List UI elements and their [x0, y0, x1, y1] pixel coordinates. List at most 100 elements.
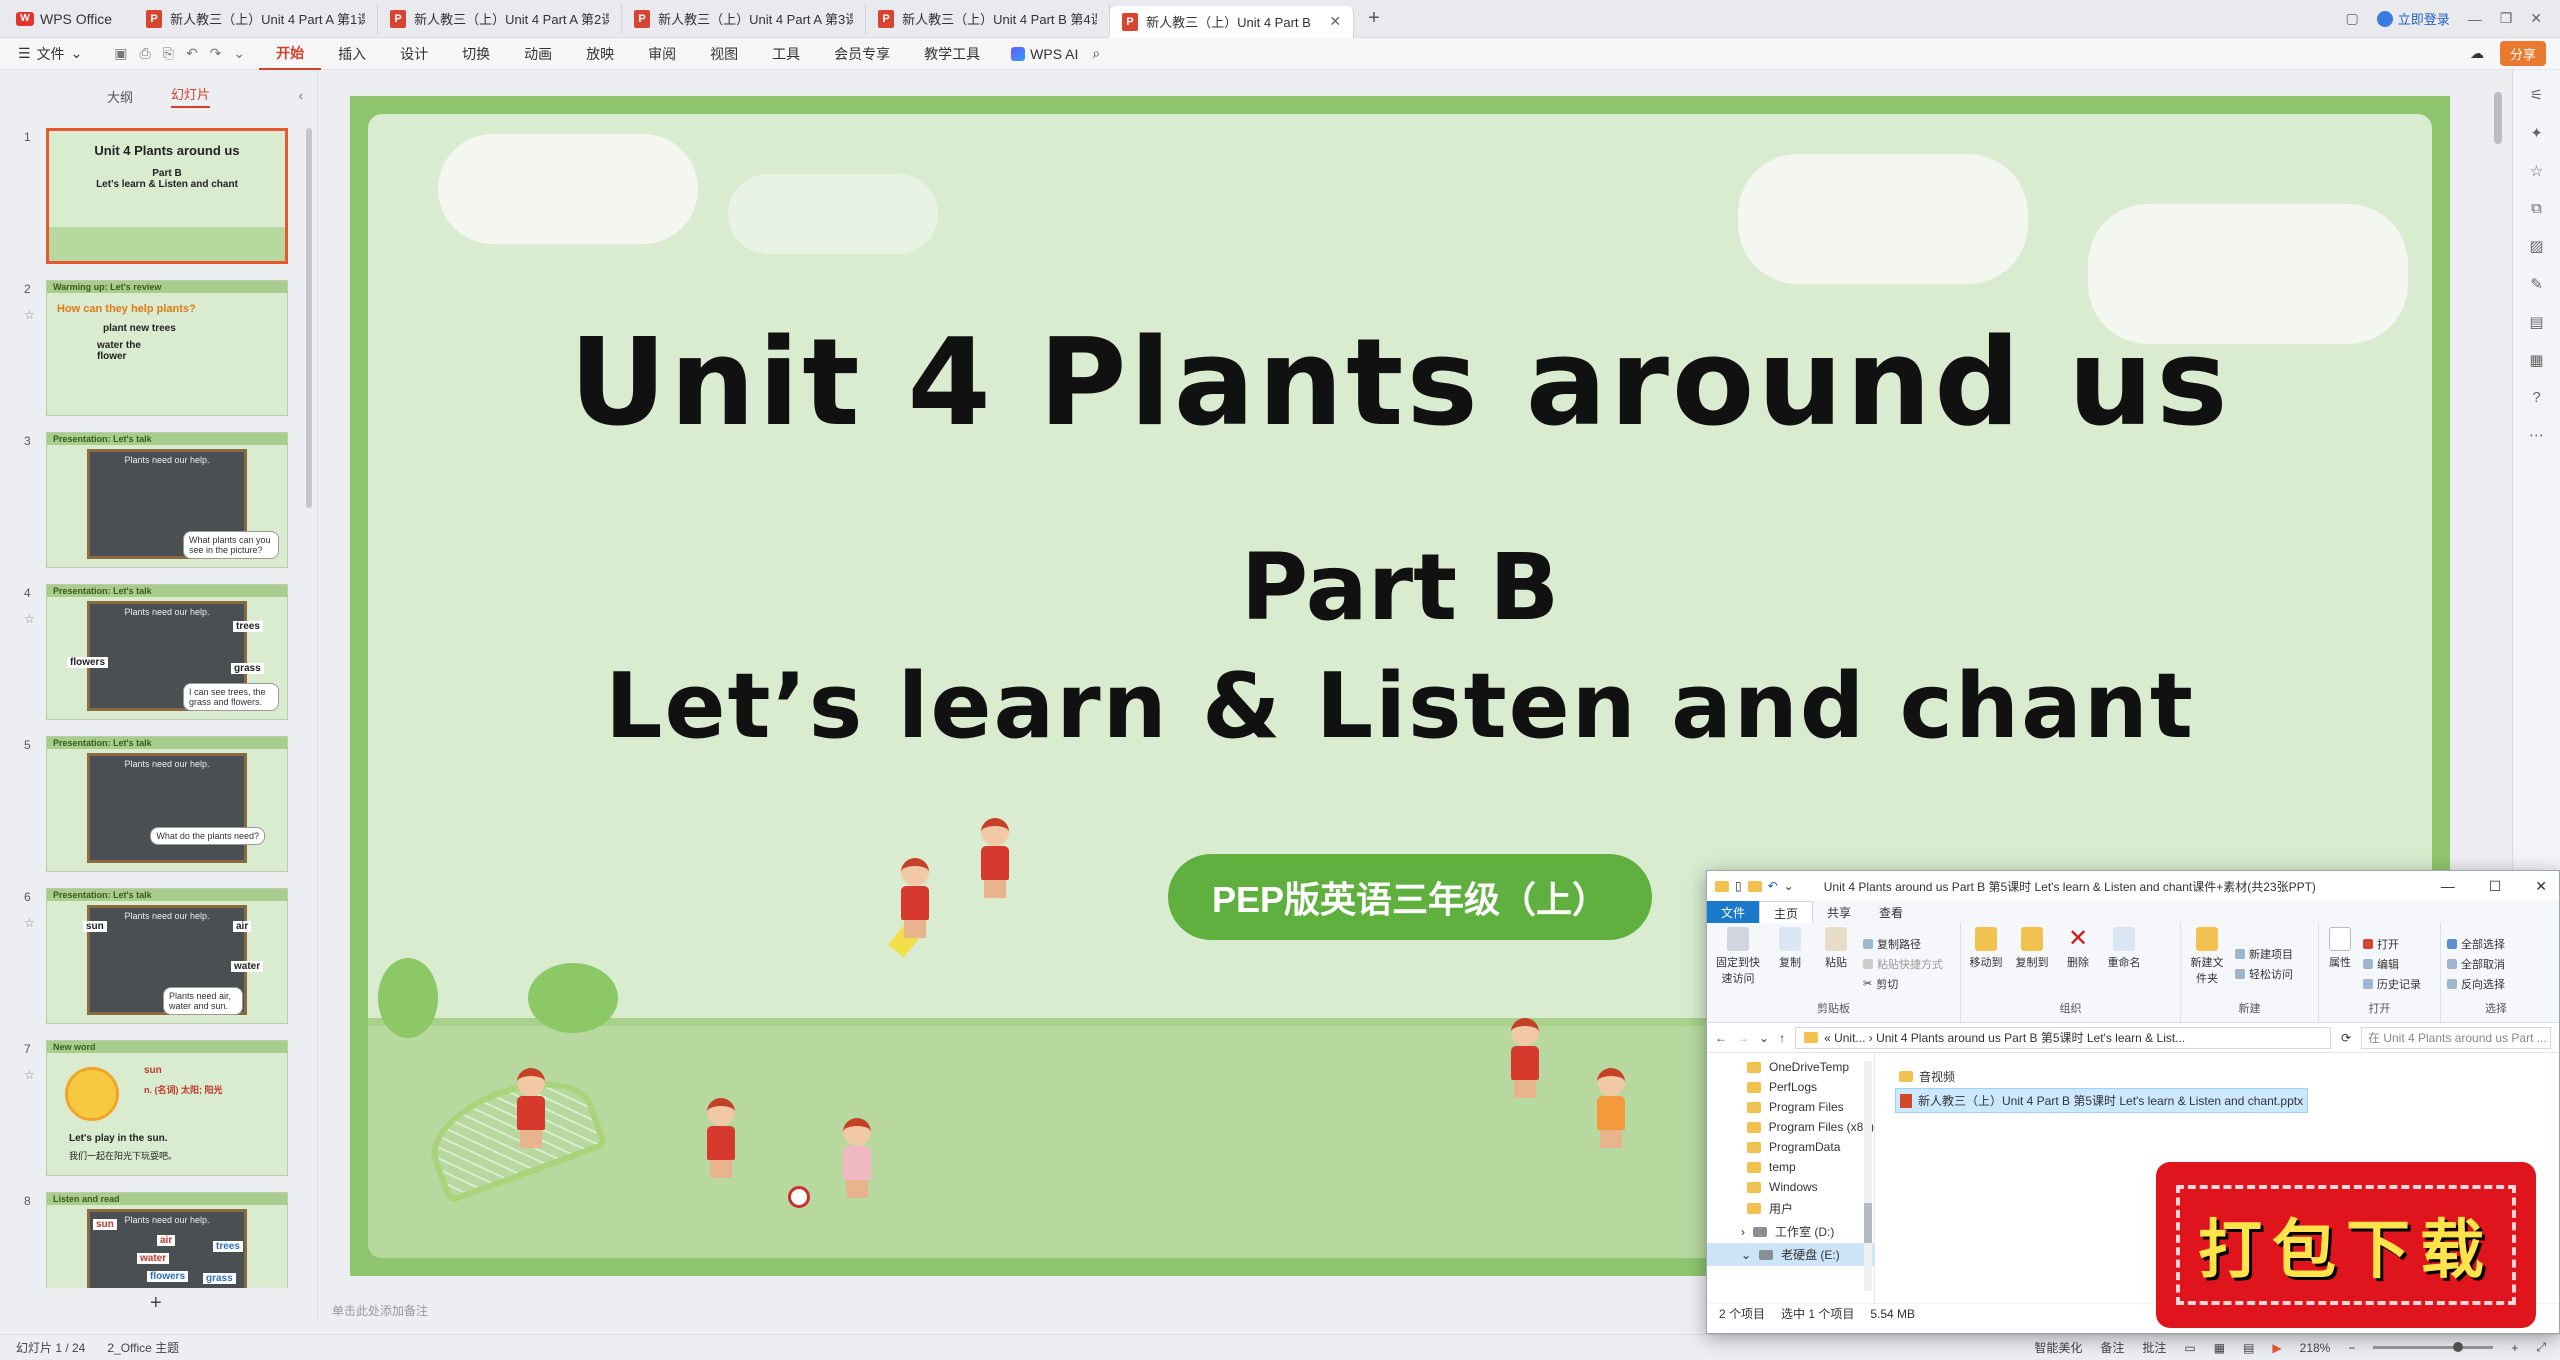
slide-thumb-row[interactable]: 7 ☆ New word sun n. (名词) 太阳; 阳光 Let's pl…: [0, 1040, 300, 1176]
print-icon[interactable]: ⎘: [163, 45, 174, 62]
nav-folder[interactable]: Program Files (x86): [1707, 1117, 1874, 1137]
export-icon[interactable]: ⎙: [140, 45, 151, 62]
path-field[interactable]: « Unit... › Unit 4 Plants around us Part…: [1795, 1026, 2331, 1049]
up-arrow-icon[interactable]: ↑: [1779, 1031, 1785, 1045]
menu-tools[interactable]: 工具: [755, 38, 817, 70]
copy-button[interactable]: 复制: [1771, 927, 1809, 1000]
tab-close-icon[interactable]: ✕: [1329, 13, 1341, 30]
share-button[interactable]: 分享: [2499, 41, 2546, 66]
move-to-button[interactable]: 移动到: [1967, 927, 2005, 1000]
doc-tab-4[interactable]: P 新人教三（上）Unit 4 Part B 第4课: [866, 3, 1111, 34]
slide-thumbnail[interactable]: Presentation: Let's talk Plants need our…: [46, 888, 288, 1024]
close-icon[interactable]: ✕: [2535, 878, 2547, 895]
slide-thumb-row[interactable]: 3 Presentation: Let's talk Plants need o…: [0, 432, 300, 568]
open-button[interactable]: 打开: [2363, 936, 2421, 952]
doc-tab-2[interactable]: P 新人教三（上）Unit 4 Part A 第2课: [378, 3, 623, 34]
breadcrumb-current[interactable]: Unit 4 Plants around us Part B 第5课时 Let'…: [1876, 1029, 2185, 1046]
play-slideshow-icon[interactable]: ▶: [2272, 1341, 2281, 1355]
menu-slideshow[interactable]: 放映: [569, 38, 631, 70]
menu-design[interactable]: 设计: [383, 38, 445, 70]
menu-teaching-tools[interactable]: 教学工具: [907, 38, 997, 70]
history-button[interactable]: 历史记录: [2363, 976, 2421, 992]
login-button[interactable]: 立即登录: [2376, 9, 2450, 28]
minimize-icon[interactable]: —: [2441, 878, 2455, 895]
copy-icon[interactable]: ⧉: [2531, 200, 2542, 217]
layout-icon[interactable]: ▢: [2345, 10, 2358, 27]
add-slide-button[interactable]: +: [150, 1292, 162, 1315]
slide-part[interactable]: Part B: [368, 534, 2432, 641]
cut-button[interactable]: ✂ 剪切: [1863, 976, 1943, 992]
slide-thumbnail[interactable]: Presentation: Let's talk Plants need our…: [46, 584, 288, 720]
tab-file[interactable]: 文件: [1707, 901, 1760, 923]
wps-ai-button[interactable]: WPS AI: [997, 46, 1092, 62]
new-item-button[interactable]: 新建项目: [2235, 946, 2293, 962]
more-icon[interactable]: ⌄: [233, 45, 245, 62]
new-folder-button[interactable]: 新建文件夹: [2187, 927, 2227, 1000]
nav-folder[interactable]: PerfLogs: [1707, 1077, 1874, 1097]
restore-icon[interactable]: ❐: [2500, 10, 2513, 27]
nav-folder[interactable]: Windows: [1707, 1177, 1874, 1197]
slide-thumbnail[interactable]: Warming up: Let's review How can they he…: [46, 280, 288, 416]
fit-window-icon[interactable]: ⤢: [2536, 1340, 2546, 1355]
redo-icon[interactable]: ↷: [210, 45, 222, 62]
slide-thumbnail[interactable]: Listen and read Plants need our help. su…: [46, 1192, 288, 1288]
slide-thumb-row[interactable]: 1 Unit 4 Plants around us Part B Let's l…: [0, 128, 300, 264]
zoom-in-icon[interactable]: +: [2511, 1341, 2518, 1355]
new-folder-quick-icon[interactable]: [1747, 880, 1762, 892]
save-icon[interactable]: ▣: [114, 45, 127, 62]
properties-quick-icon[interactable]: ▯: [1735, 879, 1742, 893]
refresh-icon[interactable]: ⟳: [2341, 1031, 2351, 1045]
slide-thumb-row[interactable]: 8 Listen and read Plants need our help. …: [0, 1192, 300, 1288]
tab-view[interactable]: 查看: [1865, 901, 1917, 923]
theme-name[interactable]: 2_Office 主题: [107, 1339, 179, 1356]
menu-review[interactable]: 审阅: [631, 38, 693, 70]
slide-thumbnail[interactable]: Unit 4 Plants around us Part B Let's lea…: [46, 128, 288, 264]
menu-insert[interactable]: 插入: [321, 38, 383, 70]
download-package-stamp[interactable]: 打包下载: [2162, 1168, 2530, 1322]
collapse-panel-icon[interactable]: ‹: [299, 88, 303, 103]
chevron-down-icon[interactable]: ⌄: [1759, 1031, 1769, 1045]
comments-toggle[interactable]: 批注: [2142, 1339, 2166, 1356]
back-arrow-icon[interactable]: ←: [1715, 1031, 1727, 1045]
doc-tab-1[interactable]: P 新人教三（上）Unit 4 Part A 第1课: [134, 3, 379, 34]
edit-button[interactable]: 编辑: [2363, 956, 2421, 972]
image-icon[interactable]: ▨: [2529, 237, 2543, 255]
new-tab-button[interactable]: +: [1354, 7, 1394, 30]
slide-thumbnail[interactable]: New word sun n. (名词) 太阳; 阳光 Let's play i…: [46, 1040, 288, 1176]
book-icon[interactable]: ▤: [2529, 313, 2543, 331]
zoom-out-icon[interactable]: −: [2348, 1341, 2355, 1355]
canvas-scrollbar[interactable]: [2494, 92, 2502, 144]
breadcrumb-parent[interactable]: Unit...: [1834, 1031, 1865, 1045]
notes-toggle[interactable]: 备注: [2100, 1339, 2124, 1356]
menu-member[interactable]: 会员专享: [817, 38, 907, 70]
menu-animation[interactable]: 动画: [507, 38, 569, 70]
zoom-slider[interactable]: [2373, 1342, 2494, 1352]
nav-folder[interactable]: 用户: [1707, 1197, 1874, 1220]
pin-quick-access-button[interactable]: 固定到快速访问: [1713, 927, 1763, 1000]
star-icon[interactable]: ☆: [24, 308, 35, 322]
copy-to-button[interactable]: 复制到: [2013, 927, 2051, 1000]
slide-title[interactable]: Unit 4 Plants around us: [368, 314, 2432, 453]
undo-quick-icon[interactable]: ↶: [1768, 879, 1778, 893]
maximize-icon[interactable]: ☐: [2489, 878, 2502, 895]
star-icon[interactable]: ☆: [24, 1068, 35, 1082]
nav-folder[interactable]: OneDriveTemp: [1707, 1057, 1874, 1077]
file-item-selected[interactable]: 新人教三（上）Unit 4 Part B 第5课时 Let's learn & …: [1895, 1088, 2309, 1113]
normal-view-icon[interactable]: ▭: [2184, 1341, 2195, 1355]
select-all-button[interactable]: 全部选择: [2447, 936, 2505, 952]
menu-view[interactable]: 视图: [693, 38, 755, 70]
zoom-slider-thumb[interactable]: [2453, 1342, 2464, 1352]
smart-beautify-button[interactable]: 智能美化: [2034, 1339, 2082, 1356]
wps-home-tab[interactable]: W WPS Office: [0, 0, 134, 38]
doc-tab-3[interactable]: P 新人教三（上）Unit 4 Part A 第3课: [622, 3, 867, 34]
menu-transition[interactable]: 切换: [445, 38, 507, 70]
nav-folder[interactable]: temp: [1707, 1157, 1874, 1177]
nav-drive[interactable]: › 工作室 (D:): [1707, 1220, 1874, 1243]
forward-arrow-icon[interactable]: →: [1737, 1031, 1749, 1045]
paste-shortcut-button[interactable]: 粘贴快捷方式: [1863, 956, 1943, 972]
nav-scrollbar-track[interactable]: [1864, 1061, 1872, 1291]
easy-access-button[interactable]: 轻松访问: [2235, 966, 2293, 982]
tab-share[interactable]: 共享: [1813, 901, 1865, 923]
slide-thumb-row[interactable]: 2 ☆ Warming up: Let's review How can the…: [0, 280, 300, 416]
invert-selection-button[interactable]: 反向选择: [2447, 976, 2505, 992]
